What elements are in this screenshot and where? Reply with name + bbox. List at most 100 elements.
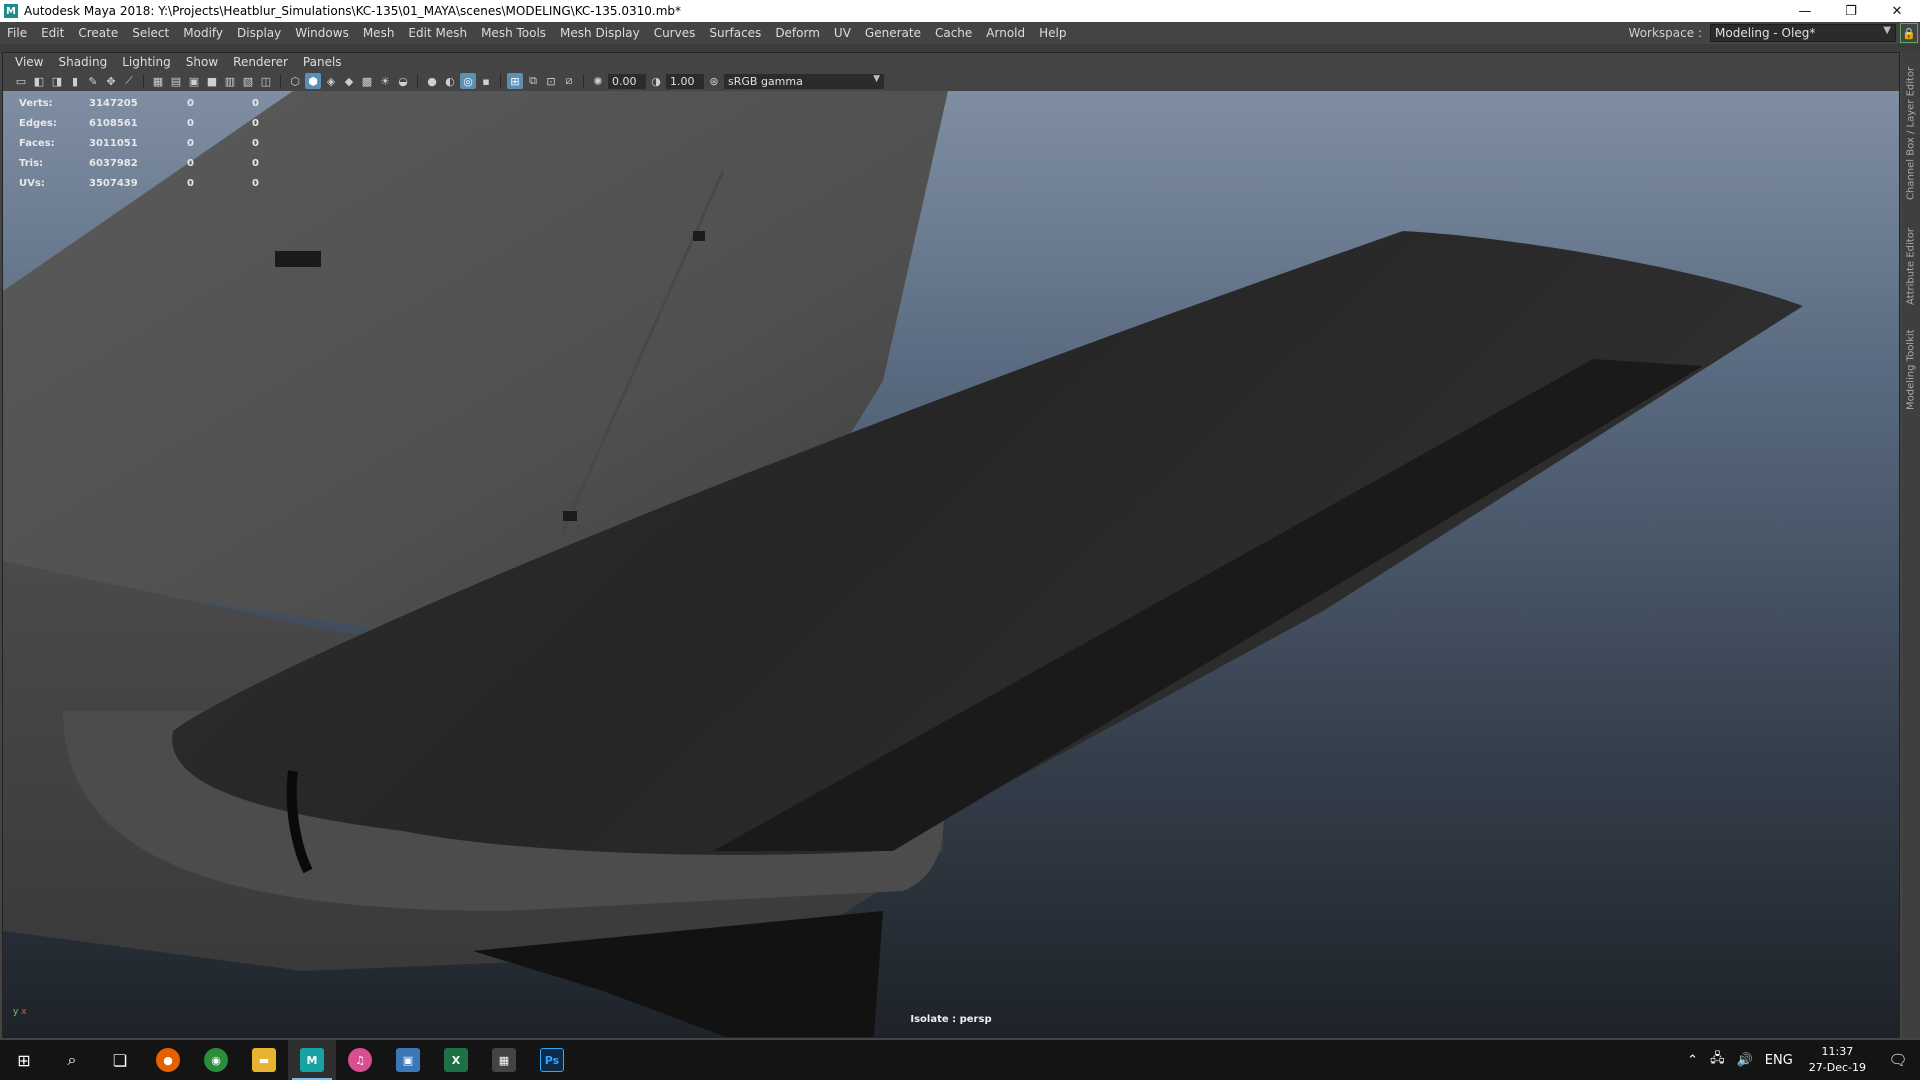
color-management-icon[interactable]: ⊛ xyxy=(706,73,722,89)
title-bar: M Autodesk Maya 2018: Y:\Projects\Heatbl… xyxy=(0,0,1920,22)
screen-space-ao-icon[interactable]: ◒ xyxy=(395,73,411,89)
menu-help[interactable]: Help xyxy=(1032,26,1073,40)
brush-icon[interactable]: ⟋ xyxy=(121,73,137,89)
bookmark-icon[interactable]: ◨ xyxy=(49,73,65,89)
tab-attribute-editor[interactable]: Attribute Editor xyxy=(1903,222,1919,312)
menu-select[interactable]: Select xyxy=(125,26,176,40)
isolate-select-icon[interactable]: ▪ xyxy=(478,73,494,89)
panel-menu-panels[interactable]: Panels xyxy=(297,55,351,69)
gamma-icon[interactable]: ◑ xyxy=(648,73,664,89)
wireframe-icon[interactable]: ⬡ xyxy=(287,73,303,89)
menu-curves[interactable]: Curves xyxy=(647,26,703,40)
panel-menu-renderer[interactable]: Renderer xyxy=(227,55,297,69)
panel-menu-shading[interactable]: Shading xyxy=(52,55,116,69)
menu-surfaces[interactable]: Surfaces xyxy=(702,26,768,40)
taskbar-app-maya[interactable]: M xyxy=(288,1040,336,1080)
film-gate-icon[interactable]: ▤ xyxy=(168,73,184,89)
menu-file[interactable]: File xyxy=(0,26,34,40)
menu-cache[interactable]: Cache xyxy=(928,26,979,40)
menu-mesh-display[interactable]: Mesh Display xyxy=(553,26,647,40)
language-indicator[interactable]: ENG xyxy=(1759,1053,1799,1068)
exposure-field[interactable]: 0.00 xyxy=(608,73,646,89)
tab-modeling-toolkit[interactable]: Modeling Toolkit xyxy=(1903,322,1919,418)
field-chart-icon[interactable]: ▥ xyxy=(222,73,238,89)
tab-channel-box[interactable]: Channel Box / Layer Editor xyxy=(1903,58,1919,208)
lights-icon[interactable]: ▩ xyxy=(359,73,375,89)
menu-create[interactable]: Create xyxy=(71,26,125,40)
windows-start-icon[interactable]: ⊞ xyxy=(0,1040,48,1080)
workspace-dropdown[interactable]: Modeling - Oleg* ▼ xyxy=(1710,24,1896,42)
taskbar-app-itunes[interactable]: ♫ xyxy=(336,1040,384,1080)
menu-modify[interactable]: Modify xyxy=(176,26,230,40)
exposure-icon[interactable]: ✺ xyxy=(590,73,606,89)
gate-mask-icon[interactable]: ■ xyxy=(204,73,220,89)
smooth-shade-icon[interactable]: ⬢ xyxy=(305,73,321,89)
restore-button[interactable]: ❐ xyxy=(1828,0,1874,22)
lock-icon[interactable]: 🔒 xyxy=(1900,23,1918,43)
panel-menu-view[interactable]: View xyxy=(9,55,52,69)
menu-edit-mesh[interactable]: Edit Mesh xyxy=(401,26,474,40)
depth-of-field-icon[interactable]: ◎ xyxy=(460,73,476,89)
scene-render xyxy=(3,91,1804,1037)
hud-bound: 0 xyxy=(252,117,259,129)
menu-mesh[interactable]: Mesh xyxy=(356,26,402,40)
menu-display[interactable]: Display xyxy=(230,26,288,40)
volume-icon[interactable]: 🔊 xyxy=(1731,1053,1759,1068)
hud-selected: 0 xyxy=(187,117,194,129)
hud-label: Verts: xyxy=(19,97,53,109)
two-d-pan-zoom-icon[interactable]: ✥ xyxy=(103,73,119,89)
hud-label: Edges: xyxy=(19,117,57,129)
safe-action-icon[interactable]: ▧ xyxy=(240,73,256,89)
viewport-3d[interactable]: Verts: 3147205 0 0 Edges: 6108561 0 0 Fa… xyxy=(3,91,1899,1037)
gamma-field[interactable]: 1.00 xyxy=(666,73,704,89)
search-icon[interactable]: ⌕ xyxy=(48,1040,96,1080)
anti-aliasing-icon[interactable]: ◐ xyxy=(442,73,458,89)
menu-generate[interactable]: Generate xyxy=(858,26,928,40)
taskbar-app-excel[interactable]: X xyxy=(432,1040,480,1080)
menu-deform[interactable]: Deform xyxy=(768,26,827,40)
menu-mesh-tools[interactable]: Mesh Tools xyxy=(474,26,553,40)
excel-icon: X xyxy=(444,1048,468,1072)
menu-uv[interactable]: UV xyxy=(827,26,858,40)
clock-date: 27-Dec-19 xyxy=(1808,1061,1866,1074)
network-icon[interactable]: 🖧 xyxy=(1704,1049,1731,1071)
close-button[interactable]: ✕ xyxy=(1874,0,1920,22)
image-plane-icon[interactable]: ▮ xyxy=(67,73,83,89)
hud-selected: 0 xyxy=(187,177,194,189)
backface-culling-icon[interactable]: ⧄ xyxy=(561,73,577,89)
taskbar-app-photos[interactable]: ▣ xyxy=(384,1040,432,1080)
camera-attributes-icon[interactable]: ◧ xyxy=(31,73,47,89)
view-transform-value: sRGB gamma xyxy=(728,74,803,88)
menu-edit[interactable]: Edit xyxy=(34,26,71,40)
menu-windows[interactable]: Windows xyxy=(288,26,356,40)
chevron-up-icon[interactable]: ⌃ xyxy=(1681,1053,1704,1068)
taskbar-app-calculator[interactable]: ▦ xyxy=(480,1040,528,1080)
resolution-gate-icon[interactable]: ▣ xyxy=(186,73,202,89)
taskbar-app-photoshop[interactable]: Ps xyxy=(528,1040,576,1080)
system-tray: ⌃ 🖧 🔊 ENG 11:37 27-Dec-19 🗨 xyxy=(1681,1040,1920,1080)
shadows-icon[interactable]: ☀ xyxy=(377,73,393,89)
xray-joints-icon[interactable]: ⧉ xyxy=(525,73,541,89)
hud-bound: 0 xyxy=(252,97,259,109)
camera-select-icon[interactable]: ▭ xyxy=(13,73,29,89)
hud-row-uvs: UVs: 3507439 0 0 xyxy=(19,173,282,193)
panel-menu-lighting[interactable]: Lighting xyxy=(116,55,180,69)
task-view-icon[interactable]: ❏ xyxy=(96,1040,144,1080)
grid-icon[interactable]: ▦ xyxy=(150,73,166,89)
safe-title-icon[interactable]: ◫ xyxy=(258,73,274,89)
wireframe-on-shaded-icon[interactable]: ◈ xyxy=(323,73,339,89)
clock[interactable]: 11:37 27-Dec-19 xyxy=(1799,1044,1876,1076)
motion-blur-icon[interactable]: ● xyxy=(424,73,440,89)
taskbar-app-explorer[interactable]: ▬ xyxy=(240,1040,288,1080)
textured-icon[interactable]: ◆ xyxy=(341,73,357,89)
taskbar-app-firefox[interactable]: ● xyxy=(144,1040,192,1080)
panel-menu-show[interactable]: Show xyxy=(180,55,227,69)
view-transform-dropdown[interactable]: sRGB gamma ▼ xyxy=(724,73,884,89)
minimize-button[interactable]: — xyxy=(1782,0,1828,22)
grease-pencil-icon[interactable]: ✎ xyxy=(85,73,101,89)
menu-arnold[interactable]: Arnold xyxy=(979,26,1032,40)
taskbar-app-chrome[interactable]: ◉ xyxy=(192,1040,240,1080)
xray-active-components-icon[interactable]: ⊡ xyxy=(543,73,559,89)
xray-icon[interactable]: ⊞ xyxy=(507,73,523,89)
notification-icon[interactable]: 🗨 xyxy=(1876,1040,1920,1080)
